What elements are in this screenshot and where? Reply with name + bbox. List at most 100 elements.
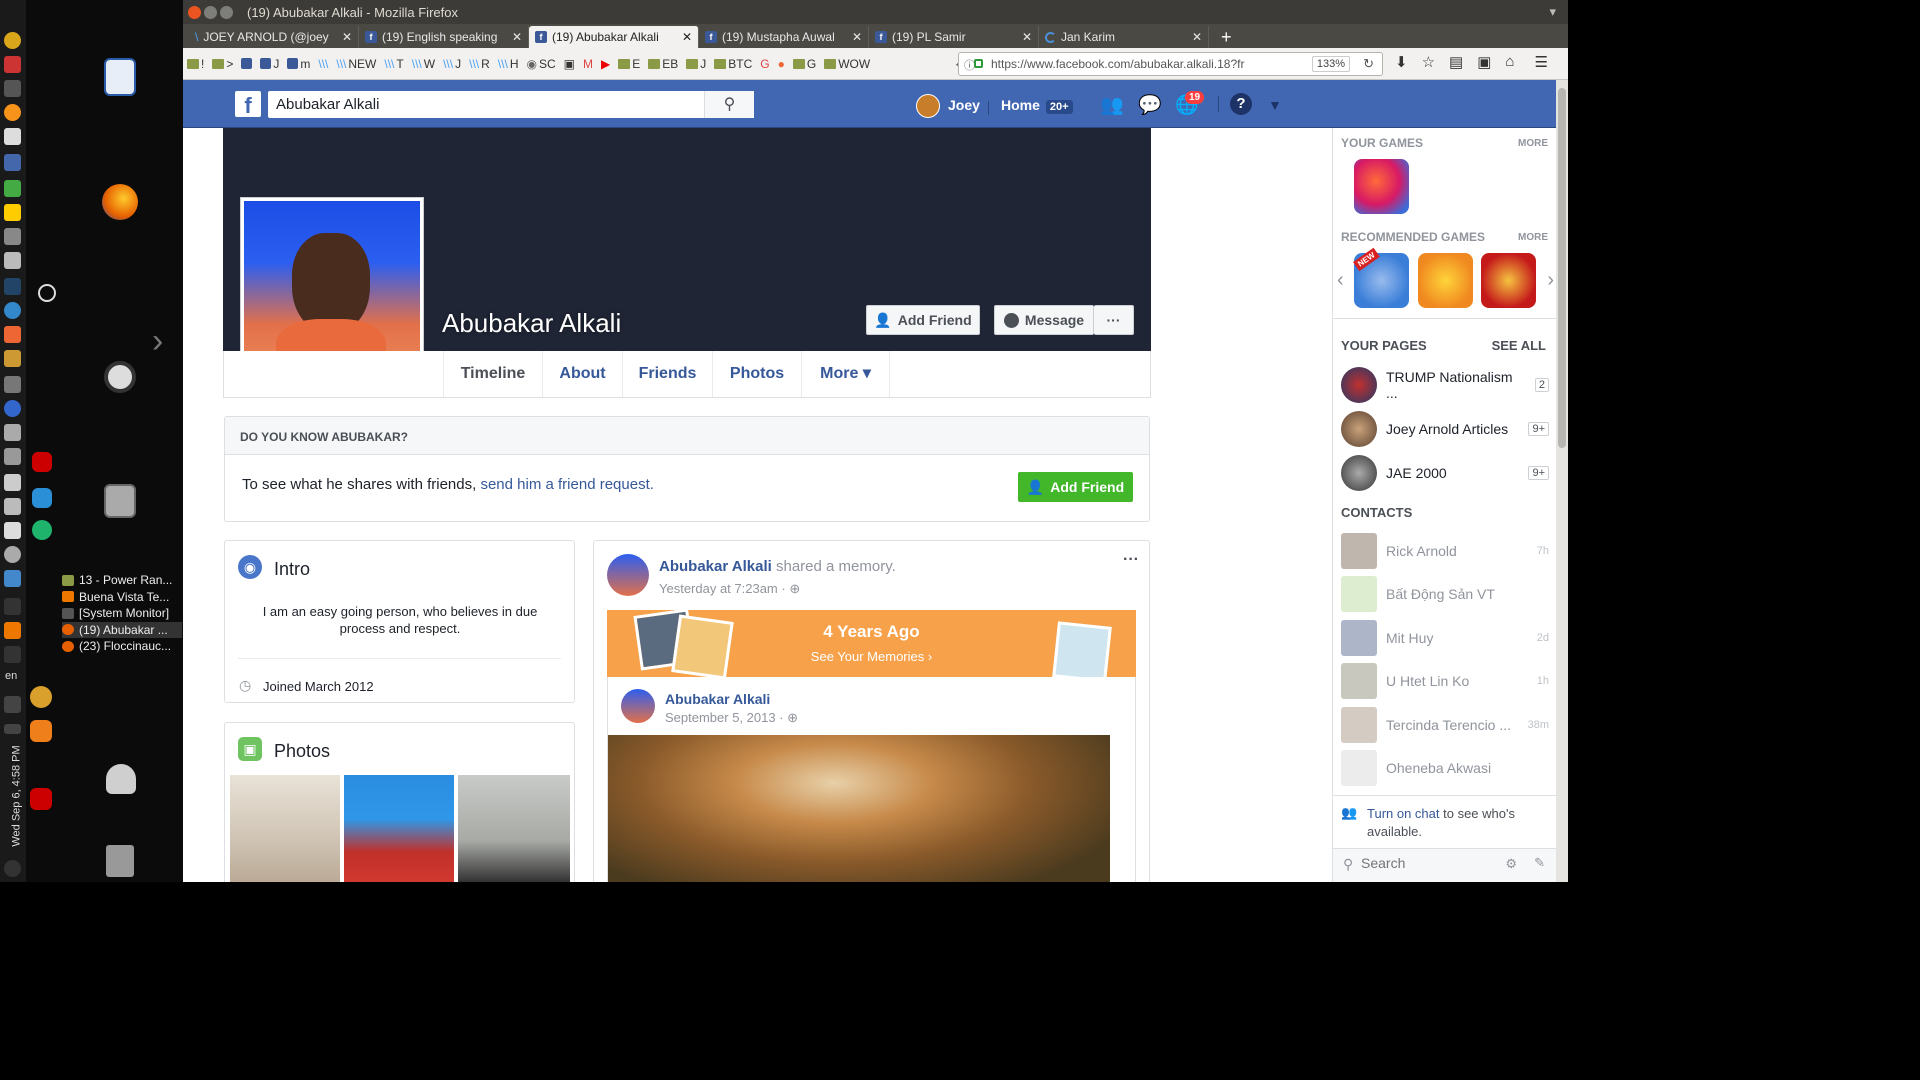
tab-more[interactable]: More ▾ xyxy=(801,351,890,397)
recommended-more-link[interactable]: MORE xyxy=(1518,232,1548,243)
new-tab-button[interactable]: + xyxy=(1209,26,1244,48)
app-icon[interactable] xyxy=(4,56,21,73)
bookmark[interactable]: BTC xyxy=(714,57,752,71)
user-icon[interactable] xyxy=(106,764,136,794)
app-icon[interactable] xyxy=(4,424,21,441)
bookmark[interactable]: EB xyxy=(648,57,678,71)
contact-item[interactable]: Bất Động Sản VT xyxy=(1341,576,1549,612)
contact-item[interactable]: Rick Arnold 7h xyxy=(1341,533,1549,569)
app-icon[interactable] xyxy=(4,448,21,465)
home-link[interactable]: Home 20+ xyxy=(1001,97,1073,114)
search-icon[interactable]: ⚲ xyxy=(704,91,754,118)
battery-icon[interactable] xyxy=(4,724,21,734)
home-icon[interactable]: ⌂ xyxy=(1505,53,1514,71)
app-icon[interactable] xyxy=(4,326,21,343)
tab-pl-samir[interactable]: f (19) PL Samir ✕ xyxy=(869,26,1039,48)
profile-link[interactable]: Joey xyxy=(948,97,980,113)
spreadsheet-icon[interactable] xyxy=(4,180,21,197)
app-icon[interactable] xyxy=(4,204,21,221)
vlc-icon[interactable] xyxy=(4,622,21,639)
maximize-button[interactable] xyxy=(220,5,233,19)
tab-abubakar-alkali[interactable]: f (19) Abubakar Alkali ✕ xyxy=(529,26,699,48)
tab-close-icon[interactable]: ✕ xyxy=(682,30,692,44)
bitcoin-icon[interactable] xyxy=(4,32,21,49)
wifi-icon[interactable] xyxy=(4,646,21,663)
page-item[interactable]: JAE 2000 9+ xyxy=(1341,455,1549,491)
user-avatar[interactable] xyxy=(916,94,940,118)
task-item[interactable]: Buena Vista Te... xyxy=(62,589,182,606)
bookmark[interactable]: ▶ xyxy=(601,57,610,71)
more-options-button[interactable]: ··· xyxy=(1094,305,1134,335)
app-icon[interactable] xyxy=(4,252,21,269)
bookmark[interactable]: > xyxy=(212,57,233,71)
bookmark[interactable]: ▣ xyxy=(564,57,575,71)
bookmark[interactable]: J xyxy=(260,57,279,71)
clock[interactable]: Wed Sep 6, 4:58 PM xyxy=(11,745,23,846)
task-item[interactable]: (19) Abubakar ... xyxy=(62,621,182,638)
calendar-icon[interactable] xyxy=(4,154,21,171)
bookmark[interactable]: \\\ J xyxy=(443,57,461,71)
bookmark[interactable]: m xyxy=(287,57,310,71)
app-icon[interactable] xyxy=(4,498,21,515)
tab-close-icon[interactable]: ✕ xyxy=(342,30,352,44)
tab-joey-arnold[interactable]: \ JOEY ARNOLD (@joey ✕ xyxy=(189,26,359,48)
page-item[interactable]: TRUMP Nationalism ... 2 xyxy=(1341,367,1549,403)
filezilla-icon[interactable] xyxy=(30,788,52,810)
bookmark[interactable]: \\\ NEW xyxy=(336,57,376,71)
messenger-icon[interactable]: 💬 xyxy=(1138,93,1162,117)
tab-jan-karim[interactable]: Jan Karim ✕ xyxy=(1039,26,1209,48)
notes-icon[interactable] xyxy=(4,128,21,145)
facebook-logo-icon[interactable]: f xyxy=(235,91,261,118)
photo-thumbnail[interactable] xyxy=(458,775,570,882)
bitcoin-icon[interactable] xyxy=(4,104,21,121)
app-icon[interactable] xyxy=(4,546,21,563)
chevron-right-icon[interactable]: › xyxy=(152,322,163,361)
bookmark[interactable]: ! xyxy=(187,57,204,71)
trash-icon[interactable] xyxy=(106,845,134,877)
bookmark[interactable]: G xyxy=(760,57,769,71)
profile-name[interactable]: Abubakar Alkali xyxy=(442,308,621,339)
app-icon[interactable] xyxy=(4,376,21,393)
obs-icon[interactable] xyxy=(38,284,56,302)
bookmark[interactable]: WOW xyxy=(824,57,870,71)
app-icon[interactable] xyxy=(4,570,21,587)
tab-close-icon[interactable]: ✕ xyxy=(1022,30,1032,44)
turn-on-chat-link[interactable]: Turn on chat xyxy=(1367,806,1440,821)
photo-thumbnail[interactable] xyxy=(344,775,454,882)
bookmark[interactable]: M xyxy=(583,57,593,71)
bluetooth-icon[interactable] xyxy=(4,598,21,615)
bookmark-star-icon[interactable]: ☆ xyxy=(1422,53,1435,71)
bookmark[interactable]: J xyxy=(686,57,706,71)
tab-english-speaking[interactable]: f (19) English speaking ✕ xyxy=(359,26,529,48)
tab-close-icon[interactable]: ✕ xyxy=(1192,30,1202,44)
help-icon[interactable]: ? xyxy=(1230,93,1252,115)
chevron-right-icon[interactable]: › xyxy=(1547,269,1554,292)
youtube-icon[interactable]: ▣ xyxy=(1477,53,1491,71)
task-item[interactable]: 13 - Power Ran... xyxy=(62,572,182,589)
post-photo[interactable] xyxy=(608,735,1110,882)
friend-requests-icon[interactable]: 👥 xyxy=(1100,93,1124,117)
author-link[interactable]: Abubakar Alkali xyxy=(659,558,772,575)
facebook-search-input[interactable]: Abubakar Alkali ⚲ xyxy=(268,91,754,118)
app-icon[interactable] xyxy=(4,522,21,539)
power-icon[interactable] xyxy=(4,860,21,877)
slots-game[interactable] xyxy=(1481,253,1536,308)
chat-search-input[interactable] xyxy=(1361,855,1481,871)
archive-icon[interactable] xyxy=(104,484,136,518)
photo-thumbnail[interactable] xyxy=(230,775,340,882)
scrollbar-thumb[interactable] xyxy=(1558,88,1566,448)
tab-close-icon[interactable]: ✕ xyxy=(852,30,862,44)
bookmark[interactable]: \\\ W xyxy=(412,57,435,71)
inner-post-date[interactable]: September 5, 2013 · ⊕ xyxy=(665,710,798,726)
add-friend-green-button[interactable]: 👤 Add Friend xyxy=(1018,472,1133,502)
menu-icon[interactable]: ☰ xyxy=(1534,53,1547,71)
bookmark[interactable]: ● xyxy=(778,57,785,71)
friend-request-link[interactable]: send him a friend request. xyxy=(480,476,653,493)
app-icon[interactable] xyxy=(32,520,52,540)
task-item[interactable]: [System Monitor] xyxy=(62,605,182,622)
inner-author-avatar[interactable] xyxy=(621,689,655,723)
bookmark[interactable]: G xyxy=(792,57,816,71)
language-indicator[interactable]: en xyxy=(5,670,17,682)
page-item[interactable]: Joey Arnold Articles 9+ xyxy=(1341,411,1549,447)
message-button[interactable]: Message xyxy=(994,305,1094,335)
